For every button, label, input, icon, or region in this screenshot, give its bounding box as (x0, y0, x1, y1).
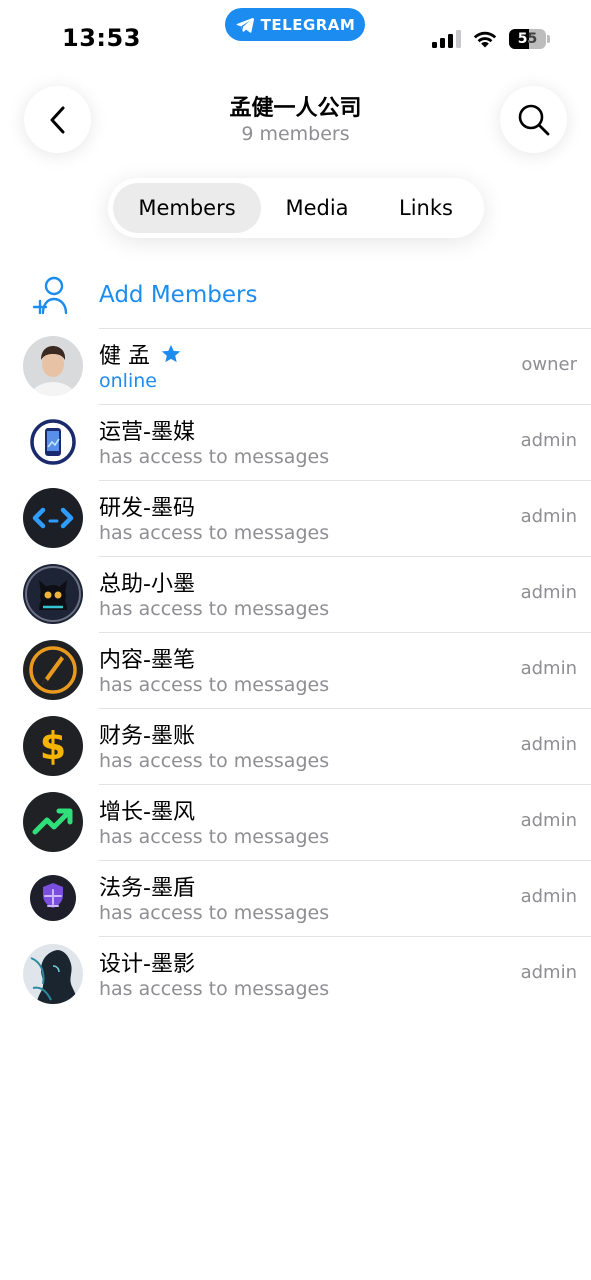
svg-text:$: $ (40, 724, 66, 768)
member-name: 财务-墨账 (99, 724, 195, 749)
member-name: 法务-墨盾 (99, 876, 195, 901)
member-status: has access to messages (99, 978, 330, 1000)
row-divider (99, 328, 591, 329)
avatar (23, 336, 83, 396)
row-divider (99, 404, 591, 405)
member-status: online (99, 370, 157, 392)
avatar (23, 412, 83, 472)
member-status: has access to messages (99, 598, 330, 620)
member-row[interactable]: 内容-墨笔 has access to messages admin (0, 632, 591, 708)
telegram-pill-label: TELEGRAM (260, 15, 356, 34)
tab-links[interactable]: Links (374, 183, 478, 233)
add-user-icon (32, 276, 68, 315)
member-name-text: 健 孟 (99, 344, 150, 369)
member-status: has access to messages (99, 826, 330, 848)
battery-icon: 55 (509, 29, 551, 49)
member-status: has access to messages (99, 674, 330, 696)
member-status: has access to messages (99, 522, 330, 544)
member-row[interactable]: 法务-墨盾 has access to messages admin (0, 860, 591, 936)
premium-star-icon (161, 344, 181, 363)
avatar (23, 868, 83, 928)
telegram-pill[interactable]: TELEGRAM (225, 8, 365, 41)
member-role: admin (520, 810, 577, 831)
row-divider (99, 784, 591, 785)
add-members-button[interactable]: Add Members (0, 265, 591, 328)
member-name: 研发-墨码 (99, 496, 195, 521)
member-name: 健 孟 (99, 338, 182, 370)
member-row[interactable]: 研发-墨码 has access to messages admin (0, 480, 591, 556)
member-status: has access to messages (99, 750, 330, 772)
member-row[interactable]: $ 财务-墨账 has access to messages admin (0, 708, 591, 784)
wifi-icon (473, 31, 497, 48)
member-name: 增长-墨风 (99, 800, 195, 825)
member-role: admin (520, 886, 577, 907)
avatar (23, 640, 83, 700)
member-row[interactable]: 设计-墨影 has access to messages admin (0, 936, 591, 1012)
row-divider (99, 936, 591, 937)
member-role: admin (520, 582, 577, 603)
member-row[interactable]: 总助-小墨 has access to messages admin (0, 556, 591, 632)
member-row-owner[interactable]: 健 孟 online owner (0, 328, 591, 404)
member-role: admin (520, 430, 577, 451)
tab-members[interactable]: Members (113, 183, 261, 233)
avatar (23, 564, 83, 624)
member-role: admin (520, 734, 577, 755)
row-divider (99, 632, 591, 633)
member-row[interactable]: 运营-墨媒 has access to messages admin (0, 404, 591, 480)
cellular-signal-icon (432, 30, 461, 48)
member-role: admin (520, 506, 577, 527)
member-status: has access to messages (99, 902, 330, 924)
row-divider (99, 708, 591, 709)
member-role: owner (521, 354, 577, 375)
member-role: admin (520, 658, 577, 679)
member-row[interactable]: 增长-墨风 has access to messages admin (0, 784, 591, 860)
member-name: 设计-墨影 (99, 952, 195, 977)
tab-media[interactable]: Media (268, 183, 366, 233)
add-members-label: Add Members (99, 282, 258, 308)
battery-percent: 55 (517, 31, 538, 47)
avatar (23, 488, 83, 548)
avatar: $ (23, 716, 83, 776)
search-icon (518, 104, 549, 135)
search-button[interactable] (500, 86, 567, 153)
row-divider (99, 480, 591, 481)
member-status: has access to messages (99, 446, 330, 468)
member-role: admin (520, 962, 577, 983)
member-name: 运营-墨媒 (99, 420, 195, 445)
avatar (23, 944, 83, 1004)
status-time: 13:53 (62, 24, 141, 52)
member-list: 健 孟 online owner 运营-墨媒 has access to mes… (0, 328, 591, 1012)
avatar (23, 792, 83, 852)
tab-bar: Members Media Links (108, 178, 484, 238)
member-name: 内容-墨笔 (99, 648, 195, 673)
telegram-plane-icon (236, 17, 254, 33)
row-divider (99, 556, 591, 557)
status-bar: 13:53 TELEGRAM 55 (0, 0, 591, 70)
member-name: 总助-小墨 (99, 572, 195, 597)
row-divider (99, 860, 591, 861)
